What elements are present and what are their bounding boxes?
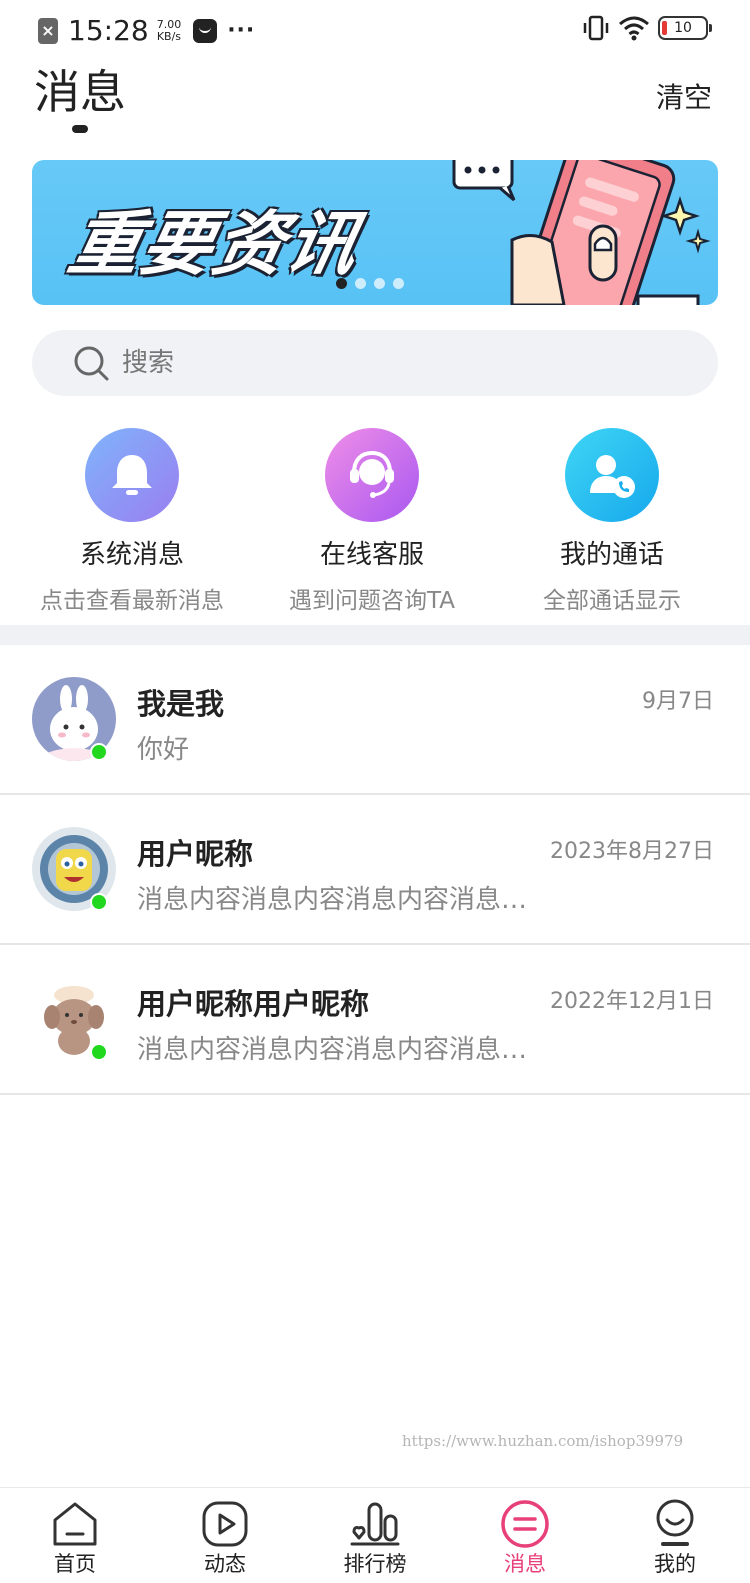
banner-dot-4[interactable] — [393, 278, 404, 289]
vibrate-icon — [583, 15, 609, 41]
online-status-dot — [90, 893, 108, 911]
search-input[interactable] — [122, 330, 682, 396]
section-divider — [0, 625, 750, 645]
online-status-dot — [90, 743, 108, 761]
avatar[interactable] — [32, 977, 116, 1061]
page-title: 消息 — [34, 65, 126, 119]
quick-action-subtitle: 全部通话显示 — [543, 588, 681, 614]
contact-call-icon — [565, 428, 659, 522]
avatar[interactable] — [32, 827, 116, 911]
quick-action-online-service[interactable]: 在线客服 遇到问题咨询TA — [252, 428, 492, 615]
watermark: https://www.huzhan.com/ishop39979 — [402, 1432, 684, 1450]
quick-action-subtitle: 遇到问题咨询TA — [289, 588, 455, 614]
ranking-icon — [350, 1502, 400, 1546]
message-time: 2022年12月1日 — [550, 989, 714, 1014]
contact-name: 我是我 — [137, 687, 225, 721]
message-item[interactable]: 用户昵称用户昵称 2022年12月1日 消息内容消息内容消息内容消息内容消息内容 — [0, 945, 750, 1095]
network-speed-value: 7.00 — [156, 17, 182, 31]
message-preview: 消息内容消息内容消息内容消息内容消息内容 — [137, 885, 532, 915]
quick-action-my-calls[interactable]: 我的通话 全部通话显示 — [492, 428, 732, 615]
bell-icon — [85, 428, 179, 522]
profile-icon — [656, 1499, 694, 1546]
quick-action-title: 在线客服 — [319, 540, 424, 570]
contact-name: 用户昵称 — [137, 837, 254, 871]
message-item[interactable]: 用户昵称 2023年8月27日 消息内容消息内容消息内容消息内容消息内容 — [0, 795, 750, 945]
banner-dot-3[interactable] — [374, 278, 385, 289]
play-icon — [202, 1501, 248, 1547]
avatar[interactable] — [32, 677, 116, 761]
tab-label: 排行榜 — [343, 1552, 407, 1576]
tab-messages[interactable]: 消息 — [450, 1488, 600, 1583]
banner-dot-2[interactable] — [355, 278, 366, 289]
clear-button[interactable]: 清空 — [656, 76, 712, 116]
network-speed-unit: KB/s — [156, 29, 182, 43]
message-time: 2023年8月27日 — [550, 839, 714, 864]
banner-pagination — [336, 278, 404, 289]
tab-feed[interactable]: 动态 — [150, 1488, 300, 1583]
message-time: 9月7日 — [642, 689, 714, 714]
quick-action-system-messages[interactable]: 系统消息 点击查看最新消息 — [12, 428, 252, 615]
tab-ranking[interactable]: 排行榜 — [300, 1488, 450, 1583]
home-icon — [53, 1502, 97, 1546]
bottom-tab-bar: 首页 动态 排行榜 消息 我的 — [0, 1487, 750, 1583]
shopping-bag-icon — [193, 18, 218, 43]
tab-home[interactable]: 首页 — [0, 1488, 150, 1583]
headset-icon — [325, 428, 419, 522]
message-preview: 消息内容消息内容消息内容消息内容消息内容 — [137, 1035, 532, 1065]
banner-carousel[interactable]: 重要资讯 — [32, 160, 718, 305]
battery-icon: 10 — [658, 16, 712, 40]
message-icon — [501, 1500, 549, 1548]
banner-title: 重要资讯 — [62, 203, 368, 285]
status-bar: × 15:28 7.00 KB/s ··· 10 — [0, 0, 750, 58]
contact-name: 用户昵称用户昵称 — [137, 987, 370, 1021]
tab-label: 消息 — [504, 1552, 546, 1576]
tab-label: 我的 — [654, 1552, 696, 1576]
search-bar[interactable] — [32, 330, 718, 396]
tab-profile[interactable]: 我的 — [600, 1488, 750, 1583]
quick-action-subtitle: 点击查看最新消息 — [40, 588, 224, 614]
search-icon — [74, 346, 109, 381]
quick-action-title: 我的通话 — [559, 540, 664, 570]
message-item[interactable]: 我是我 9月7日 你好 — [0, 645, 750, 795]
tab-label: 首页 — [54, 1552, 96, 1576]
title-indicator — [72, 125, 88, 133]
more-dots-icon: ··· — [227, 18, 256, 43]
message-preview: 你好 — [137, 735, 190, 765]
quick-action-title: 系统消息 — [79, 540, 184, 570]
wifi-icon — [619, 16, 649, 41]
notification-close-icon: × — [38, 17, 58, 44]
network-speed: 7.00 KB/s — [156, 17, 182, 43]
status-time: 15:28 — [68, 14, 149, 47]
tab-label: 动态 — [204, 1552, 246, 1576]
banner-dot-1[interactable] — [336, 278, 347, 289]
online-status-dot — [90, 1043, 108, 1061]
phone-illustration-icon — [452, 160, 711, 305]
